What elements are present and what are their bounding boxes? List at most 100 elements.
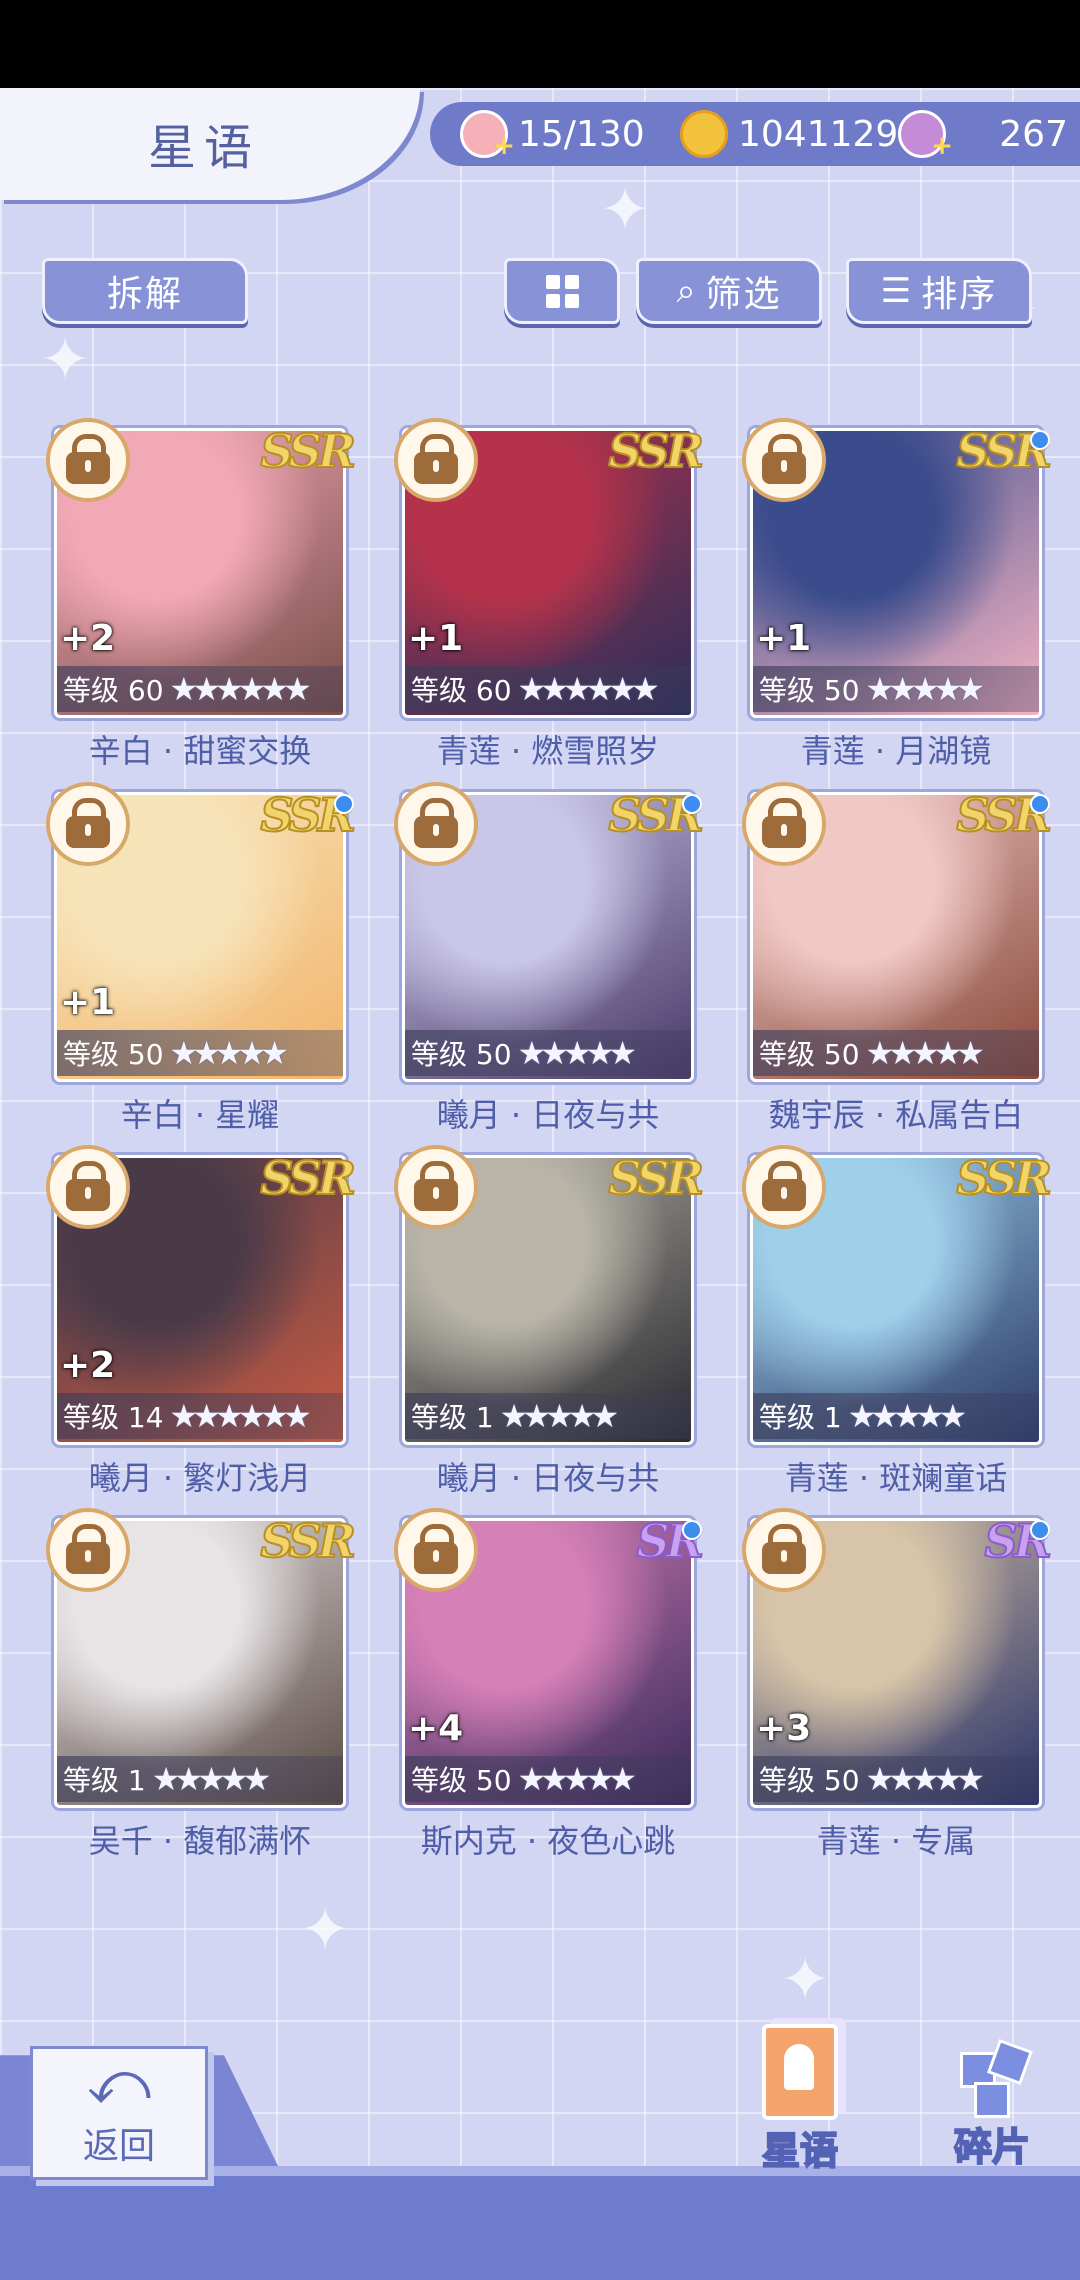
card-plus-count: +2 [60,1345,116,1386]
card-info-strip: 等级 60 ★★★★★★ [57,666,343,712]
card-name: 曦月 · 繁灯浅月 [88,1459,312,1497]
card-stars: ★★★★★ [151,1760,271,1798]
card-name: 曦月 · 日夜与共 [436,1459,660,1497]
card-stars: ★★★★★ [499,1397,619,1435]
rarity-badge: SSR [259,1150,357,1206]
card-level: 等级 60 [411,674,512,707]
card-info-strip: 等级 50 ★★★★★ [753,1030,1039,1076]
card-info-strip: 等级 50 ★★★★★ [753,1756,1039,1802]
card-stars: ★★★★★ [169,1034,289,1072]
nav-cards-label: 星语 [761,2128,839,2174]
card-name: 吴千 · 馥郁满怀 [88,1822,312,1860]
card-item[interactable]: SSR 等级 1 ★★★★★ 曦月 · 日夜与共 [394,1145,705,1497]
card-stars: ★★★★★★ [169,1397,312,1435]
card-level: 等级 50 [63,1038,164,1071]
card-item[interactable]: SSR 等级 1 ★★★★★ 吴千 · 馥郁满怀 [46,1508,357,1860]
card-stars: ★★★★★ [517,1034,637,1072]
header: 星语 + 15/130 1041129 + 267 [0,88,1080,200]
filter-button[interactable]: ⌕ 筛选 [636,258,822,324]
card-stars: ★★★★★ [517,1760,637,1798]
card-name: 青莲 · 燃雪照岁 [436,732,660,770]
card-level: 等级 50 [759,674,860,707]
sparkle-decoration: ✦ [780,1945,831,2015]
card-item[interactable]: SR +3 等级 50 ★★★★★ 青莲 · 专属 [742,1508,1053,1860]
card-level: 等级 1 [759,1401,842,1434]
card-item[interactable]: SSR 等级 50 ★★★★★ 魏宇辰 · 私属告白 [742,782,1053,1134]
sort-button[interactable]: ☰ 排序 [846,258,1032,324]
new-indicator-dot [1030,794,1050,814]
card-item[interactable]: SSR 等级 1 ★★★★★ 青莲 · 斑斓童话 [742,1145,1053,1497]
new-indicator-dot [682,794,702,814]
lock-icon[interactable] [46,1145,130,1229]
grid-view-button[interactable] [504,258,620,324]
card-info-strip: 等级 50 ★★★★★ [753,666,1039,712]
card-name: 魏宇辰 · 私属告白 [768,1096,1024,1134]
card-name: 曦月 · 日夜与共 [436,1096,660,1134]
lock-icon[interactable] [742,418,826,502]
card-name: 青莲 · 专属 [816,1822,976,1860]
back-button-label: 返回 [82,2126,155,2167]
card-stars: ★★★★★★ [517,670,660,708]
rarity-badge: SSR [259,1513,357,1569]
card-item[interactable]: SSR 等级 50 ★★★★★ 曦月 · 日夜与共 [394,782,705,1134]
rarity-badge: SSR [607,423,705,479]
lock-icon[interactable] [742,782,826,866]
card-stars: ★★★★★ [865,1034,985,1072]
card-item[interactable]: SSR +2 等级 14 ★★★★★★ 曦月 · 繁灯浅月 [46,1145,357,1497]
swan-icon: + [898,110,953,161]
card-level: 等级 50 [411,1038,512,1071]
rarity-badge: SSR [955,1150,1053,1206]
rarity-badge: SSR [607,1150,705,1206]
card-icon [762,2024,838,2120]
card-plus-count: +4 [408,1708,464,1749]
card-level: 等级 1 [63,1764,146,1797]
card-info-strip: 等级 60 ★★★★★★ [405,666,691,712]
lock-icon[interactable] [394,418,478,502]
card-name: 斯内克 · 夜色心跳 [420,1822,676,1860]
rarity-badge: SSR [259,423,357,479]
card-stars: ★★★★★ [865,670,985,708]
dismantle-button-label: 拆解 [106,274,183,315]
card-info-strip: 等级 1 ★★★★★ [405,1393,691,1439]
nav-cards-tab[interactable]: 星语 [761,2024,839,2175]
card-stars: ★★★★★ [847,1397,967,1435]
puzzle-pieces-icon [956,2038,1034,2118]
card-info-strip: 等级 50 ★★★★★ [405,1756,691,1802]
card-item[interactable]: SR +4 等级 50 ★★★★★ 斯内克 · 夜色心跳 [394,1508,705,1860]
card-info-strip: 等级 50 ★★★★★ [405,1030,691,1076]
lock-icon[interactable] [46,1508,130,1592]
lock-icon[interactable] [394,782,478,866]
card-level: 等级 50 [759,1038,860,1071]
card-item[interactable]: SSR +1 等级 50 ★★★★★ 辛白 · 星耀 [46,782,357,1134]
resource-coins[interactable]: 1041129 [680,102,898,166]
title-plate: 星语 [0,88,420,200]
card-name: 青莲 · 斑斓童话 [784,1459,1008,1497]
card-item[interactable]: SSR +1 等级 60 ★★★★★★ 青莲 · 燃雪照岁 [394,418,705,770]
lock-icon[interactable] [394,1508,478,1592]
card-name: 辛白 · 甜蜜交换 [88,732,312,770]
sort-button-label: 排序 [921,274,998,315]
dismantle-button[interactable]: 拆解 [42,258,248,324]
card-level: 等级 50 [411,1764,512,1797]
card-item[interactable]: SSR +2 等级 60 ★★★★★★ 辛白 · 甜蜜交换 [46,418,357,770]
lock-icon[interactable] [46,782,130,866]
lock-icon[interactable] [46,418,130,502]
new-indicator-dot [334,794,354,814]
lock-icon[interactable] [742,1508,826,1592]
resource-stamina[interactable]: + 15/130 [460,102,645,166]
filter-icon: ⌕ [676,271,698,311]
new-indicator-dot [1030,430,1050,450]
resource-diamonds[interactable]: + 267 [898,102,1068,166]
nav-fragments-tab[interactable]: 碎片 [953,2038,1034,2171]
cake-icon: + [460,110,515,161]
new-indicator-dot [1030,1520,1050,1540]
system-status-bar [0,0,1080,88]
lock-icon[interactable] [742,1145,826,1229]
card-info-strip: 等级 1 ★★★★★ [57,1756,343,1802]
card-level: 等级 60 [63,674,164,707]
back-button[interactable]: ⤺ 返回 [30,2046,208,2180]
card-level: 等级 14 [63,1401,164,1434]
lock-icon[interactable] [394,1145,478,1229]
card-item[interactable]: SSR +1 等级 50 ★★★★★ 青莲 · 月湖镜 [742,418,1053,770]
grid-icon [545,274,579,308]
